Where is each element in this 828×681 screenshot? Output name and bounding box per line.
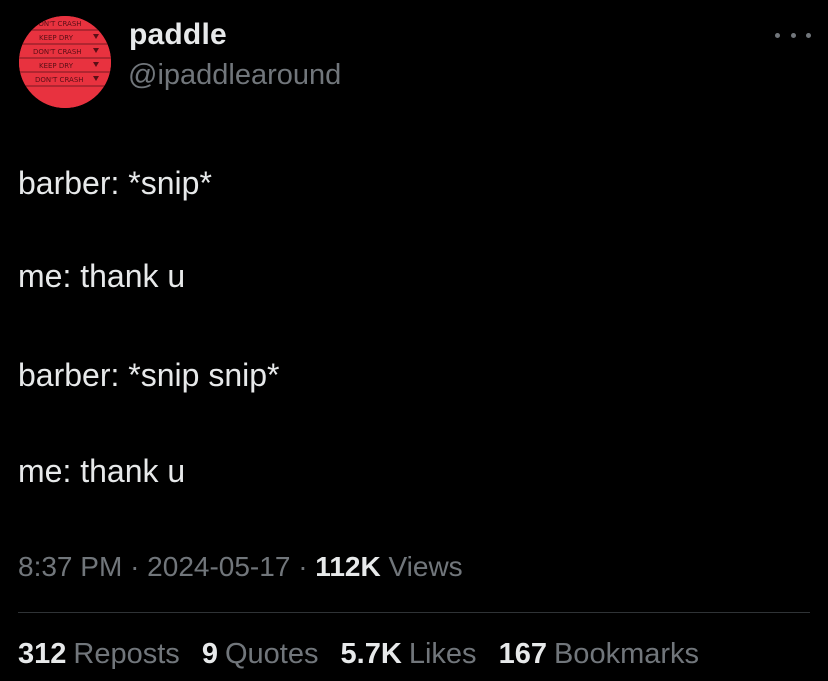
tweet-time[interactable]: 8:37 PM: [18, 551, 122, 582]
tweet-date[interactable]: 2024-05-17: [147, 551, 290, 582]
dot: [790, 32, 796, 38]
separator: ·: [130, 551, 140, 582]
tweet-line: me: thank u: [18, 258, 186, 294]
tweet-line: me: thank u: [18, 453, 186, 489]
avatar-line: KEEP DRY: [39, 62, 74, 70]
tweet-line: barber: *snip*: [18, 165, 212, 201]
author-handle[interactable]: @ipaddlearound: [128, 57, 341, 93]
reposts-label: Reposts: [73, 638, 180, 670]
dot: [775, 32, 780, 38]
engagement-stats: 312 Reposts 9 Quotes 5.7K Likes 167 Bookmark…: [18, 635, 713, 673]
reposts-count: 312: [18, 638, 67, 670]
reposts-stat[interactable]: 312 Reposts: [18, 638, 180, 670]
likes-label: Likes: [408, 638, 477, 670]
views-label: Views: [388, 551, 463, 582]
tweet-line: barber: *snip snip*: [18, 357, 280, 393]
more-horizontal-icon[interactable]: [775, 27, 811, 43]
tweet-metadata: 8:37 PM · 2024-05-17 · 112K Views: [18, 549, 463, 585]
bookmarks-stat[interactable]: 167 Bookmarks: [499, 638, 699, 670]
views-count: 112K: [315, 551, 381, 582]
likes-count: 5.7K: [340, 638, 402, 670]
quotes-count: 9: [201, 638, 218, 670]
separator: ·: [298, 551, 308, 582]
quotes-stat[interactable]: 9 Quotes: [202, 638, 319, 670]
avatar-line: DON'T CRASH: [33, 20, 82, 28]
avatar-line: DON'T CRASH: [33, 48, 82, 56]
likes-stat[interactable]: 5.7K Likes: [341, 638, 477, 670]
avatar-line: KEEP DRY: [39, 34, 74, 42]
divider: [18, 612, 810, 613]
dot: [806, 32, 811, 38]
quotes-label: Quotes: [224, 638, 319, 670]
bookmarks-label: Bookmarks: [553, 638, 700, 670]
avatar[interactable]: DON'T CRASH KEEP DRY DON'T CRASH KEEP DR…: [19, 16, 111, 108]
avatar-line: DON'T CRASH: [35, 76, 84, 84]
author-display-name[interactable]: paddle: [129, 16, 227, 54]
bookmarks-count: 167: [498, 638, 547, 670]
